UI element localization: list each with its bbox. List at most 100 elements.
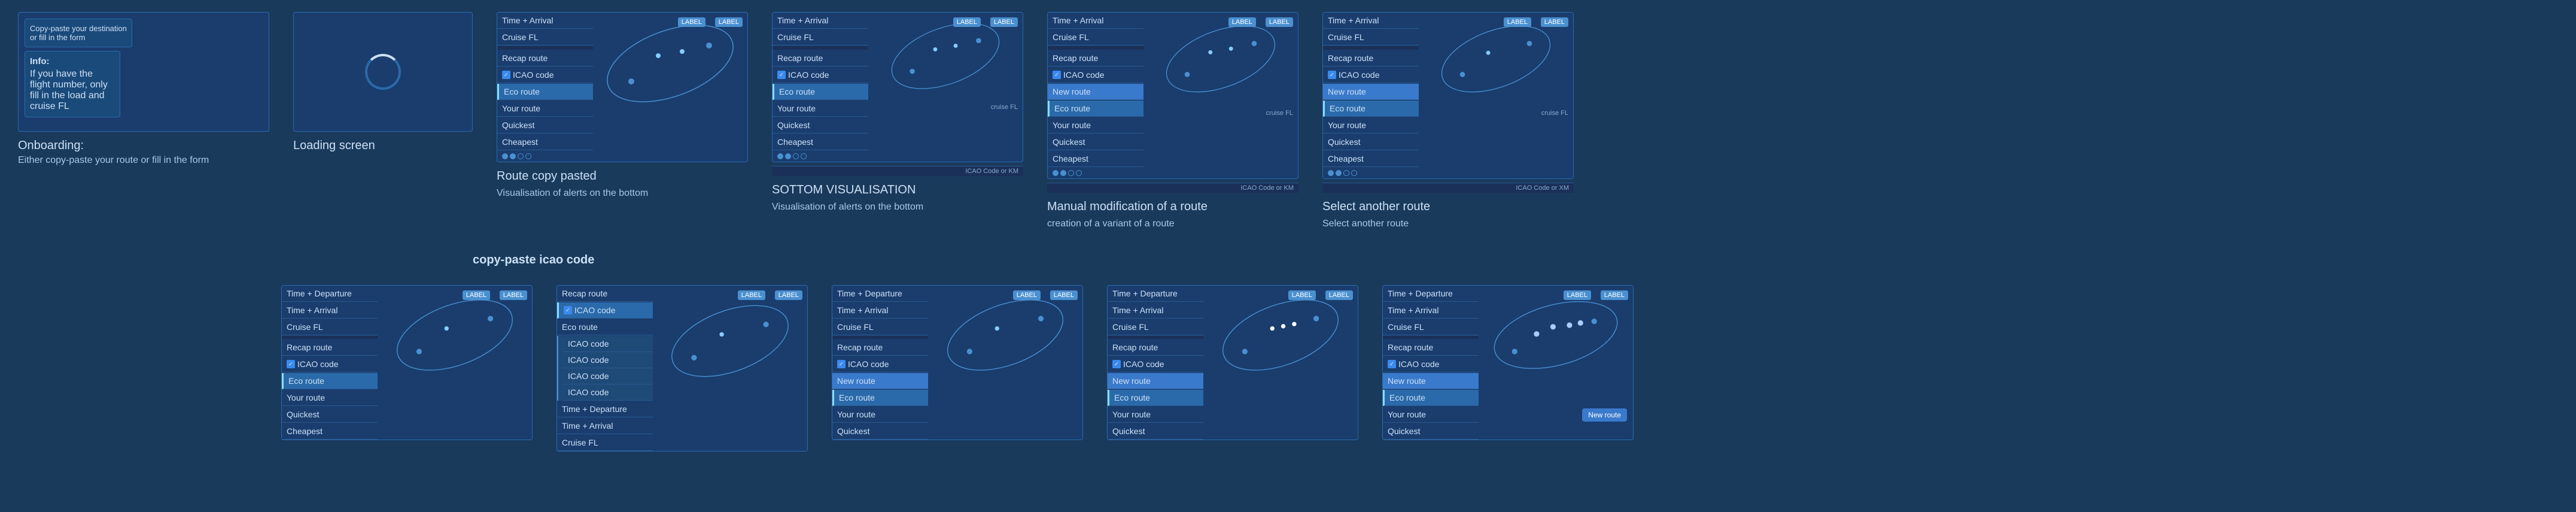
your-route-item-1[interactable]: Your route xyxy=(497,101,593,117)
bottom-svg-3 xyxy=(928,286,1082,384)
b1-fl[interactable]: Cruise FL xyxy=(282,319,378,335)
b2-dd-icao1[interactable]: ICAO code xyxy=(563,336,653,352)
icao-code-item-1[interactable]: ✓ ICAO code xyxy=(497,67,593,83)
b3-eco[interactable]: Eco route xyxy=(832,390,928,406)
b2-dd-icao3[interactable]: ICAO code xyxy=(563,368,653,384)
cheapest-item-3[interactable]: Cheapest xyxy=(1048,151,1143,167)
b1-cheap[interactable]: Cheapest xyxy=(282,423,378,440)
b3-wp-start xyxy=(967,349,972,354)
eco-route-item-2[interactable]: Eco route xyxy=(773,84,868,100)
your-route-item-2[interactable]: Your route xyxy=(773,101,868,117)
recap-route-item-3[interactable]: Recap route xyxy=(1048,50,1143,66)
b3-new[interactable]: New route xyxy=(832,373,928,389)
bottom-sidebar-5: Time + Departure Time + Arrival Cruise F… xyxy=(1383,286,1479,440)
quickest-item-2[interactable]: Quickest xyxy=(773,117,868,134)
new-route-item-4[interactable]: New route xyxy=(1323,84,1419,100)
b3-quick[interactable]: Quickest xyxy=(832,423,928,440)
b4-eco[interactable]: Eco route xyxy=(1108,390,1203,406)
onboarding-group: Copy-paste your destination or fill in t… xyxy=(18,12,269,166)
b2-dep[interactable]: Time + Departure xyxy=(557,401,653,417)
bottom-vis-group: Time + Arrival Cruise FL Recap route ✓ I… xyxy=(772,12,1023,213)
b4-your[interactable]: Your route xyxy=(1108,407,1203,423)
cheapest-item-2[interactable]: Cheapest xyxy=(773,134,868,150)
b2-eco[interactable]: Eco route xyxy=(557,319,653,335)
time-arrival-item-4[interactable]: Time + Arrival xyxy=(1323,13,1419,29)
b3-icao[interactable]: ✓ ICAO code xyxy=(832,356,928,372)
icao-xm-label-4: ICAO Code or XM xyxy=(1322,183,1574,193)
b5-your[interactable]: Your route xyxy=(1383,407,1479,423)
cruise-fl-item-2[interactable]: Cruise FL xyxy=(773,29,868,46)
b4-wp-mid3 xyxy=(1281,324,1285,328)
b3-your[interactable]: Your route xyxy=(832,407,928,423)
b1-dep[interactable]: Time + Departure xyxy=(282,286,378,302)
cheapest-item-1[interactable]: Cheapest xyxy=(497,134,593,150)
icao-km-label-3: ICAO Code or KM xyxy=(1047,183,1298,193)
b2-recap[interactable]: Recap route xyxy=(557,286,653,302)
time-arrival-item-3[interactable]: Time + Arrival xyxy=(1048,13,1143,29)
b4-new[interactable]: New route xyxy=(1108,373,1203,389)
b5-recap[interactable]: Recap route xyxy=(1383,340,1479,356)
recap-route-item-1[interactable]: Recap route xyxy=(497,50,593,66)
b4-quick[interactable]: Quickest xyxy=(1108,423,1203,440)
icao-icon-2: ✓ xyxy=(777,71,786,79)
b4-fl[interactable]: Cruise FL xyxy=(1108,319,1203,335)
b5-dep[interactable]: Time + Departure xyxy=(1383,286,1479,302)
b5-eco[interactable]: Eco route xyxy=(1383,390,1479,406)
b3-dep[interactable]: Time + Departure xyxy=(832,286,928,302)
b4-arr[interactable]: Time + Arrival xyxy=(1108,302,1203,319)
b2-icao-active[interactable]: ✓ ICAO code xyxy=(557,302,653,319)
b5-fl[interactable]: Cruise FL xyxy=(1383,319,1479,335)
b5-arr[interactable]: Time + Arrival xyxy=(1383,302,1479,319)
cheapest-item-4[interactable]: Cheapest xyxy=(1323,151,1419,167)
route-copy-map: LABEL LABEL xyxy=(593,13,747,162)
new-route-button-map[interactable]: New route xyxy=(1582,408,1627,422)
route-copy-sublabel: Visualisation of alerts on the bottom xyxy=(497,188,748,199)
b1-quick[interactable]: Quickest xyxy=(282,407,378,423)
eco-route-item-1[interactable]: Eco route xyxy=(497,84,593,100)
b4-dep[interactable]: Time + Departure xyxy=(1108,286,1203,302)
your-route-item-3[interactable]: Your route xyxy=(1048,117,1143,134)
eco-route-item-4[interactable]: Eco route xyxy=(1323,101,1419,117)
b5-quick[interactable]: Quickest xyxy=(1383,423,1479,440)
icao-km-label-2: ICAO Code or KM xyxy=(772,166,1023,176)
b3-fl[interactable]: Cruise FL xyxy=(832,319,928,335)
dot-2-4 xyxy=(801,153,807,159)
b1-arr[interactable]: Time + Arrival xyxy=(282,302,378,319)
b5-icao[interactable]: ✓ ICAO code xyxy=(1383,356,1479,372)
recap-route-item-4[interactable]: Recap route xyxy=(1323,50,1419,66)
cruise-fl-item-3[interactable]: Cruise FL xyxy=(1048,29,1143,46)
b1-icao[interactable]: ✓ ICAO code xyxy=(282,356,378,372)
new-route-item-3[interactable]: New route xyxy=(1048,84,1143,100)
icao-code-item-3[interactable]: ✓ ICAO code xyxy=(1048,67,1143,83)
b5-new[interactable]: New route xyxy=(1383,373,1479,389)
route-copy-sidebar: Time + Arrival Cruise FL Recap route ✓ I… xyxy=(497,13,593,162)
b1-recap[interactable]: Recap route xyxy=(282,340,378,356)
cruise-fl-item-1[interactable]: Cruise FL xyxy=(497,29,593,46)
b4-icao[interactable]: ✓ ICAO code xyxy=(1108,356,1203,372)
b1-eco[interactable]: Eco route xyxy=(282,373,378,389)
your-route-item-4[interactable]: Your route xyxy=(1323,117,1419,134)
icao-code-item-2[interactable]: ✓ ICAO code xyxy=(773,67,868,83)
b2-dd-icao4[interactable]: ICAO code xyxy=(563,384,653,401)
quickest-item-4[interactable]: Quickest xyxy=(1323,134,1419,150)
eco-route-item-3[interactable]: Eco route xyxy=(1048,101,1143,117)
time-arrival-item-2[interactable]: Time + Arrival xyxy=(773,13,868,29)
b2-dd-icao2[interactable]: ICAO code xyxy=(563,352,653,368)
time-arrival-item-1[interactable]: Time + Arrival xyxy=(497,13,593,29)
b2-arr[interactable]: Time + Arrival xyxy=(557,418,653,434)
b3-arr[interactable]: Time + Arrival xyxy=(832,302,928,319)
b4-recap[interactable]: Recap route xyxy=(1108,340,1203,356)
b3-recap[interactable]: Recap route xyxy=(832,340,928,356)
quickest-item-1[interactable]: Quickest xyxy=(497,117,593,134)
b1-your[interactable]: Your route xyxy=(282,390,378,406)
cruise-fl-item-4[interactable]: Cruise FL xyxy=(1323,29,1419,46)
icao-code-item-4[interactable]: ✓ ICAO code xyxy=(1323,67,1419,83)
label-chip-2b: LABEL xyxy=(953,17,981,27)
b3-chip-b: LABEL xyxy=(1013,290,1041,300)
b2-fl[interactable]: Cruise FL xyxy=(557,435,653,451)
recap-route-item-2[interactable]: Recap route xyxy=(773,50,868,66)
quickest-item-3[interactable]: Quickest xyxy=(1048,134,1143,150)
bottom-sidebar-1: Time + Departure Time + Arrival Cruise F… xyxy=(282,286,378,440)
progress-dots-3 xyxy=(1048,168,1143,178)
manual-mod-panel: Time + Arrival Cruise FL Recap route ✓ I… xyxy=(1047,12,1298,179)
